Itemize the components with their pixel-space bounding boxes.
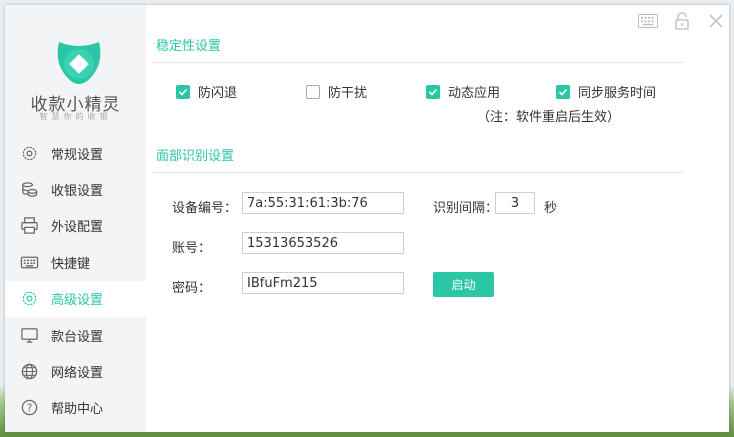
divider [153,172,684,173]
account-field[interactable] [242,232,404,254]
password-field[interactable] [242,272,404,294]
close-icon[interactable] [705,10,727,32]
password-label: 密码： [172,281,212,296]
sidebar-item-label: 收银设置 [51,184,104,200]
coins-icon [20,180,39,199]
sidebar-item-shortcuts[interactable]: 快捷键 [5,244,146,280]
checkbox-label: 动态应用 [448,86,501,101]
sidebar-item-network[interactable]: 网络设置 [5,353,146,389]
sidebar-item-help[interactable]: ? 帮助中心 [5,390,146,426]
sidebar-item-label: 外设配置 [51,220,104,236]
dynamic-app-checkbox[interactable]: 动态应用 [426,82,500,101]
app-slogan: 智慧你的收银 [39,112,112,121]
restart-note: （注：软件重启后生效） [477,110,621,125]
device-id-field[interactable] [242,192,404,214]
checkbox-box [176,84,190,99]
help-icon: ? [20,398,39,417]
sidebar-item-label: 快捷键 [51,256,91,272]
divider [153,62,684,63]
window-controls [625,10,729,32]
svg-text:?: ? [27,403,33,415]
sidebar: 收款小精灵 智慧你的收银 常规设置 收银设置 外设配置 快捷键 高级设置 款台设… [5,5,146,432]
sidebar-item-cashier[interactable]: 收银设置 [5,171,146,207]
sidebar-item-counter[interactable]: 款台设置 [5,317,146,353]
gear-icon [20,144,39,163]
interval-field[interactable] [495,192,535,214]
sidebar-item-label: 帮助中心 [51,402,104,418]
anti-crash-checkbox[interactable]: 防闪退 [176,82,237,101]
printer-icon [20,216,39,235]
checkbox-label: 同步服务时间 [578,86,657,101]
start-button[interactable]: 启动 [433,272,494,297]
sidebar-item-advanced[interactable]: 高级设置 [5,280,146,317]
checkbox-box [556,84,570,99]
app-logo-icon [57,42,101,84]
main-content: 稳定性设置 防闪退 防干扰 动态应用 同步服务时间 （注：软件重启后生效） 面部… [146,5,729,432]
advanced-gear-icon [20,289,39,308]
lock-icon[interactable] [671,10,693,32]
app-logo-area: 收款小精灵 智慧你的收银 [5,5,146,135]
interval-unit: 秒 [544,201,558,216]
settings-window: 收款小精灵 智慧你的收银 常规设置 收银设置 外设配置 快捷键 高级设置 款台设… [5,5,729,432]
sidebar-nav: 常规设置 收银设置 外设配置 快捷键 高级设置 款台设置 网络设置 ? 帮助中心 [5,135,146,426]
face-section-title: 面部识别设置 [156,149,235,164]
checkbox-label: 防干扰 [328,86,368,101]
sidebar-item-label: 高级设置 [51,293,104,309]
interval-label: 识别间隔： [433,201,499,216]
sidebar-item-peripherals[interactable]: 外设配置 [5,208,146,244]
checkbox-box [306,84,320,99]
keyboard-icon[interactable] [637,10,659,32]
monitor-icon [20,326,39,345]
device-id-label: 设备编号： [172,201,238,216]
sync-time-checkbox[interactable]: 同步服务时间 [556,82,656,101]
stability-section-title: 稳定性设置 [156,39,222,54]
sidebar-item-label: 常规设置 [51,147,104,163]
account-label: 账号： [172,241,212,256]
globe-icon [20,362,39,381]
sidebar-item-label: 网络设置 [51,366,104,382]
checkbox-box [426,84,440,99]
checkbox-label: 防闪退 [198,86,238,101]
keyboard-icon [20,253,39,272]
anti-interference-checkbox[interactable]: 防干扰 [306,82,367,101]
sidebar-item-label: 款台设置 [51,329,104,345]
sidebar-item-general[interactable]: 常规设置 [5,135,146,171]
